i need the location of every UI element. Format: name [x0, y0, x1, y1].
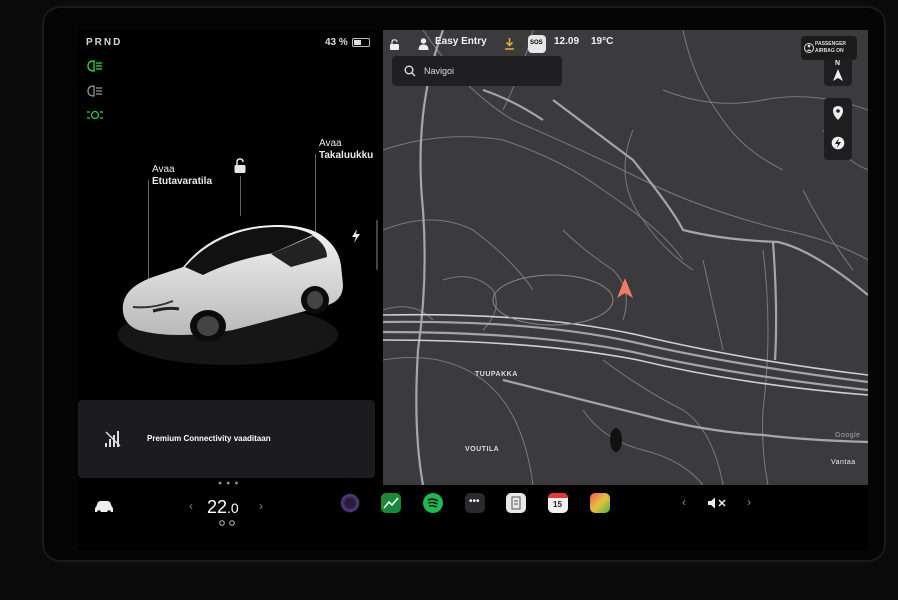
- superchargers-icon[interactable]: [831, 136, 845, 150]
- calendar-app-icon[interactable]: 15: [548, 493, 568, 513]
- lock-status-icon[interactable]: [389, 39, 401, 51]
- toybox-app-icon[interactable]: [590, 493, 610, 513]
- battery-percent: 43 %: [325, 37, 348, 48]
- compass-north: N: [835, 60, 841, 67]
- volume-down-chevron[interactable]: ‹: [682, 495, 686, 509]
- bottom-dock: ‹ 22.0 › ••• 15 ‹ ›: [78, 485, 868, 550]
- map-roads: [383, 30, 868, 485]
- navigate-search-input[interactable]: Navigoi: [424, 66, 454, 76]
- airbag-line2: AIRBAG ON: [815, 48, 844, 54]
- parking-lights-icon: [87, 110, 103, 120]
- sos-label: SOS: [530, 40, 543, 46]
- calendar-day: 15: [553, 500, 562, 509]
- no-connectivity-icon: [105, 431, 121, 447]
- airbag-icon: [804, 43, 814, 53]
- battery-icon: [351, 38, 370, 47]
- panel-resize-handle[interactable]: [376, 220, 378, 270]
- seat-heater-icon[interactable]: [218, 520, 238, 526]
- driver-profile-name[interactable]: Easy Entry: [435, 36, 487, 47]
- spotify-app-icon[interactable]: [423, 493, 443, 513]
- temp-down-chevron[interactable]: ‹: [189, 499, 193, 513]
- cabin-temp-decimal: .0: [227, 500, 239, 516]
- cabin-temperature[interactable]: 22.0: [207, 497, 239, 518]
- vehicle-position-arrow: [617, 278, 633, 298]
- energy-app-icon[interactable]: [381, 493, 401, 513]
- outside-temperature: 19°C: [591, 36, 614, 47]
- touchscreen: PRND 43 % Avaa Etutavaratila Avaa Takalu…: [78, 30, 868, 550]
- search-icon: [404, 65, 416, 77]
- volume-up-chevron[interactable]: ›: [747, 495, 751, 509]
- open-frunk-label: Etutavaratila: [152, 176, 213, 187]
- navigate-search-bar[interactable]: Navigoi: [392, 56, 562, 86]
- airbag-line1: PASSENGER: [815, 41, 847, 47]
- compass-icon: [833, 69, 843, 81]
- map-attribution: Google: [835, 432, 861, 439]
- headlight-icon: [87, 60, 102, 72]
- calendar-header: [548, 493, 568, 498]
- gear-selector: PRND: [86, 37, 123, 48]
- battery-indicator: 43 %: [325, 37, 370, 48]
- open-trunk-label: Takaluukku: [319, 150, 374, 161]
- compass-button[interactable]: N: [824, 58, 852, 86]
- open-trunk-button[interactable]: Avaa Takaluukku: [319, 138, 373, 162]
- temp-up-chevron[interactable]: ›: [259, 499, 263, 513]
- auto-highbeam-icon: [87, 85, 102, 97]
- clock: 12.09: [554, 36, 580, 47]
- open-trunk-verb: Avaa: [319, 138, 342, 149]
- connectivity-notice-text: Premium Connectivity vaaditaan: [147, 434, 271, 443]
- map-label-voutila: VOUTILA: [465, 446, 500, 453]
- driver-profile-icon[interactable]: [418, 38, 429, 50]
- spotify-waves-icon: [427, 498, 439, 508]
- open-frunk-button[interactable]: Avaa Etutavaratila: [152, 164, 212, 188]
- cabin-temp-value: 22: [207, 497, 228, 517]
- navigation-map[interactable]: TUUPAKKA VOUTILA Google Vantaa Navigoi P…: [383, 30, 868, 485]
- manual-book-icon: [511, 496, 521, 510]
- open-frunk-verb: Avaa: [152, 164, 175, 175]
- unlock-icon[interactable]: [233, 158, 247, 174]
- car-controls-icon[interactable]: [94, 500, 114, 514]
- sos-button[interactable]: SOS: [528, 35, 546, 53]
- car-status-panel: PRND 43 % Avaa Etutavaratila Avaa Takalu…: [78, 30, 383, 487]
- volume-muted-icon[interactable]: [707, 497, 727, 509]
- more-apps-icon[interactable]: •••: [465, 493, 485, 513]
- map-label-tuupakka: TUUPAKKA: [475, 371, 518, 378]
- map-city-label: Vantaa: [831, 459, 856, 466]
- passenger-airbag-status: PASSENGER AIRBAG ON: [801, 36, 857, 60]
- owners-manual-icon[interactable]: [506, 493, 526, 513]
- map-pin-icon[interactable]: [833, 106, 843, 120]
- map-controls: [824, 98, 852, 160]
- connectivity-notice[interactable]: Premium Connectivity vaaditaan: [78, 400, 375, 478]
- download-update-icon[interactable]: [504, 38, 515, 50]
- camera-app-icon[interactable]: [340, 493, 360, 513]
- vehicle-3d-model: [118, 225, 343, 365]
- energy-graph-icon: [383, 497, 399, 509]
